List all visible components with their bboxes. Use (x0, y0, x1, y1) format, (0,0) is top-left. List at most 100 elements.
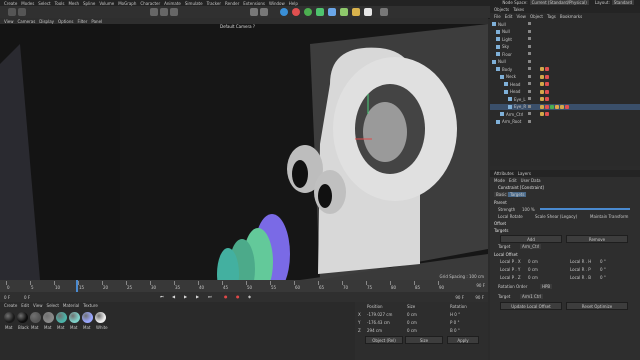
coord-size-mode-select[interactable]: Size (405, 336, 443, 344)
camera-icon[interactable] (352, 8, 360, 16)
material-swatch[interactable] (43, 312, 54, 323)
om-menu-edit[interactable]: Edit (505, 14, 513, 19)
visibility-icon[interactable] (528, 59, 531, 63)
vp-menu-options[interactable]: Options (58, 19, 73, 24)
object-row[interactable]: Null (490, 21, 640, 27)
object-row[interactable]: Floor (490, 51, 640, 57)
coord-rot-b[interactable]: B 0 ° (450, 328, 460, 333)
menu-tracker[interactable]: Tracker (207, 1, 221, 6)
section-targets[interactable]: Targets (494, 228, 508, 233)
mat-menu-edit[interactable]: Edit (21, 303, 29, 308)
floor-icon[interactable] (340, 8, 348, 16)
maintain-transform-checkbox[interactable]: Maintain Transform (590, 214, 628, 219)
subdivision-icon[interactable] (304, 8, 312, 16)
tag-icon[interactable] (565, 104, 569, 109)
visibility-icon[interactable] (528, 119, 531, 123)
update-offset-button[interactable]: Update Local Offset (500, 302, 562, 310)
section-offset[interactable]: Offset (494, 221, 506, 226)
timeline-playhead[interactable] (76, 280, 78, 292)
strength-field[interactable]: 100 % (522, 207, 535, 212)
object-row[interactable]: Arm_Ctrl (490, 111, 640, 117)
object-row[interactable]: Light (490, 36, 640, 42)
move-icon[interactable] (150, 8, 158, 16)
vp-menu-display[interactable]: Display (39, 19, 54, 24)
vp-menu-filter[interactable]: Filter (77, 19, 87, 24)
tag-icon[interactable] (560, 104, 564, 109)
redo-icon[interactable] (18, 8, 26, 16)
subtab-targets[interactable]: Targets (508, 192, 527, 197)
menu-window[interactable]: Window (269, 1, 285, 6)
coord-size-y[interactable]: 0 cm (407, 320, 417, 325)
visibility-icon[interactable] (528, 89, 531, 93)
layout-value[interactable]: Standard (611, 0, 634, 5)
tab-objects[interactable]: Objects (494, 7, 509, 12)
last-frame-icon[interactable]: ⏭ (208, 294, 212, 299)
local-offset-p-field[interactable]: 0 cm (528, 275, 538, 280)
local-rotate-checkbox[interactable]: Local Rotate (498, 214, 523, 219)
scale-icon[interactable] (160, 8, 168, 16)
material-swatch[interactable] (17, 312, 28, 323)
mat-menu-create[interactable]: Create (4, 303, 17, 308)
object-row[interactable]: Arm_Root (490, 119, 640, 125)
tag-icon[interactable] (545, 82, 549, 86)
object-name[interactable]: Floor (502, 52, 512, 57)
render-view-icon[interactable] (250, 8, 258, 16)
menu-volume[interactable]: Volume (99, 1, 114, 6)
coord-rot-p[interactable]: P 0 ° (450, 320, 460, 325)
material-swatch[interactable] (69, 312, 80, 323)
tab-layers[interactable]: Layers (518, 171, 531, 176)
play-icon[interactable]: ▶ (184, 294, 187, 299)
local-offset-r-field[interactable]: 0 ° (600, 275, 606, 280)
deformer-icon[interactable] (328, 8, 336, 16)
local-offset-p-field[interactable]: 0 cm (528, 259, 538, 264)
visibility-icon[interactable] (528, 44, 531, 48)
material-swatch[interactable] (56, 312, 67, 323)
menu-character[interactable]: Character (140, 1, 160, 6)
coord-rot-h[interactable]: H 0 ° (450, 312, 460, 317)
subtab-basic[interactable]: Basic (494, 192, 509, 197)
section-local-offset[interactable]: Local Offset (494, 252, 518, 257)
menu-render[interactable]: Render (225, 1, 239, 6)
menu-create[interactable]: Create (4, 1, 17, 6)
tag-icon[interactable] (540, 97, 544, 101)
object-row[interactable]: Head (490, 81, 640, 87)
keyframe-icon[interactable]: ◆ (248, 294, 251, 299)
visibility-icon[interactable] (528, 104, 531, 108)
tab-attributes[interactable]: Attributes (494, 171, 514, 176)
tag-icon[interactable] (545, 104, 549, 109)
visibility-icon[interactable] (528, 52, 531, 55)
material-swatch[interactable] (30, 312, 41, 323)
object-name[interactable]: Eye_L (514, 97, 526, 102)
material-swatch[interactable] (82, 312, 93, 323)
reset-offset-button[interactable]: Reset Optimize (566, 302, 628, 310)
start-frame-2[interactable]: 0 F (24, 295, 30, 300)
light-icon[interactable] (364, 8, 372, 16)
node-space-value[interactable]: Current (Standard/Physical) (529, 0, 589, 5)
am-menu-edit[interactable]: Edit (509, 178, 517, 183)
material-swatch[interactable] (95, 312, 106, 323)
start-frame[interactable]: 0 F (4, 295, 10, 300)
object-name[interactable]: Neck (506, 74, 516, 79)
apply-button[interactable]: Apply (447, 336, 479, 344)
visibility-icon[interactable] (528, 37, 531, 40)
object-name[interactable]: Eye_R (514, 104, 526, 109)
coord-pos-z[interactable]: 294 cm (367, 328, 382, 333)
object-row[interactable]: Neck (490, 74, 640, 80)
tag-icon[interactable] (540, 67, 544, 71)
object-name[interactable]: Head (510, 82, 520, 87)
object-name[interactable]: Head (510, 89, 520, 94)
tag-icon[interactable] (540, 74, 544, 79)
vp-menu-cameras[interactable]: Cameras (18, 19, 36, 24)
visibility-icon[interactable] (528, 112, 531, 115)
object-name[interactable]: Null (498, 22, 506, 27)
menu-spline[interactable]: Spline (83, 1, 95, 6)
om-menu-view[interactable]: View (516, 14, 526, 19)
mat-menu-view[interactable]: View (33, 303, 43, 308)
tag-icon[interactable] (540, 104, 544, 109)
scale-shear-checkbox[interactable]: Scale Shear (Legacy) (535, 214, 577, 219)
om-menu-bookmarks[interactable]: Bookmarks (560, 14, 582, 19)
coord-pos-x[interactable]: -179.027 cm (367, 312, 392, 317)
tag-icon[interactable] (555, 104, 559, 109)
cube-icon[interactable] (280, 8, 288, 16)
mat-menu-texture[interactable]: Texture (83, 303, 98, 308)
